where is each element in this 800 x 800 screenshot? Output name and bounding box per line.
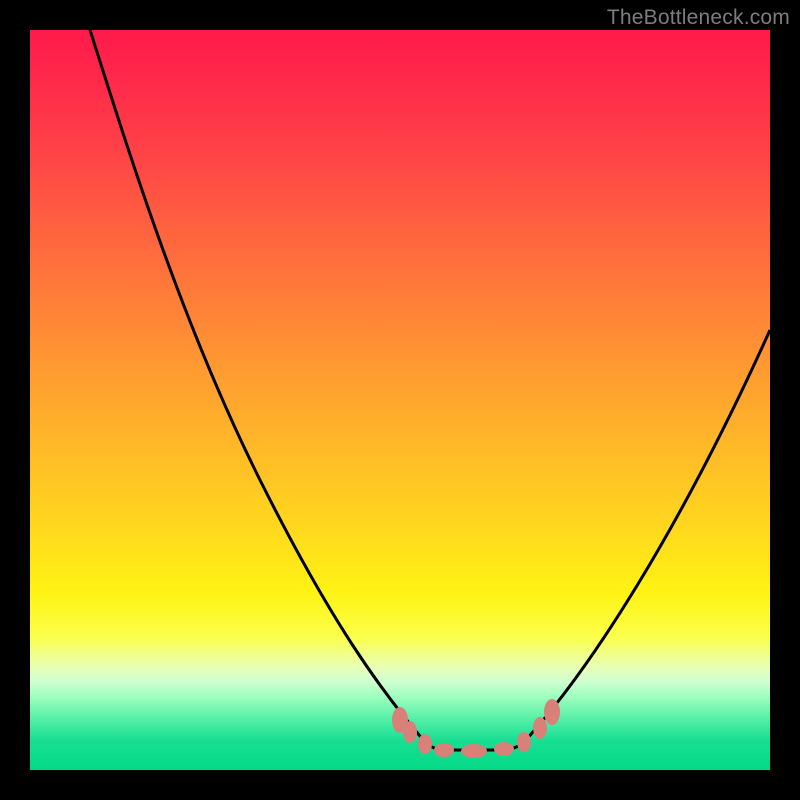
- valley-markers: [392, 699, 560, 758]
- chart-area: [30, 30, 770, 770]
- watermark-text: TheBottleneck.com: [607, 6, 790, 30]
- chart-svg: [30, 30, 770, 770]
- curve-path: [90, 30, 770, 750]
